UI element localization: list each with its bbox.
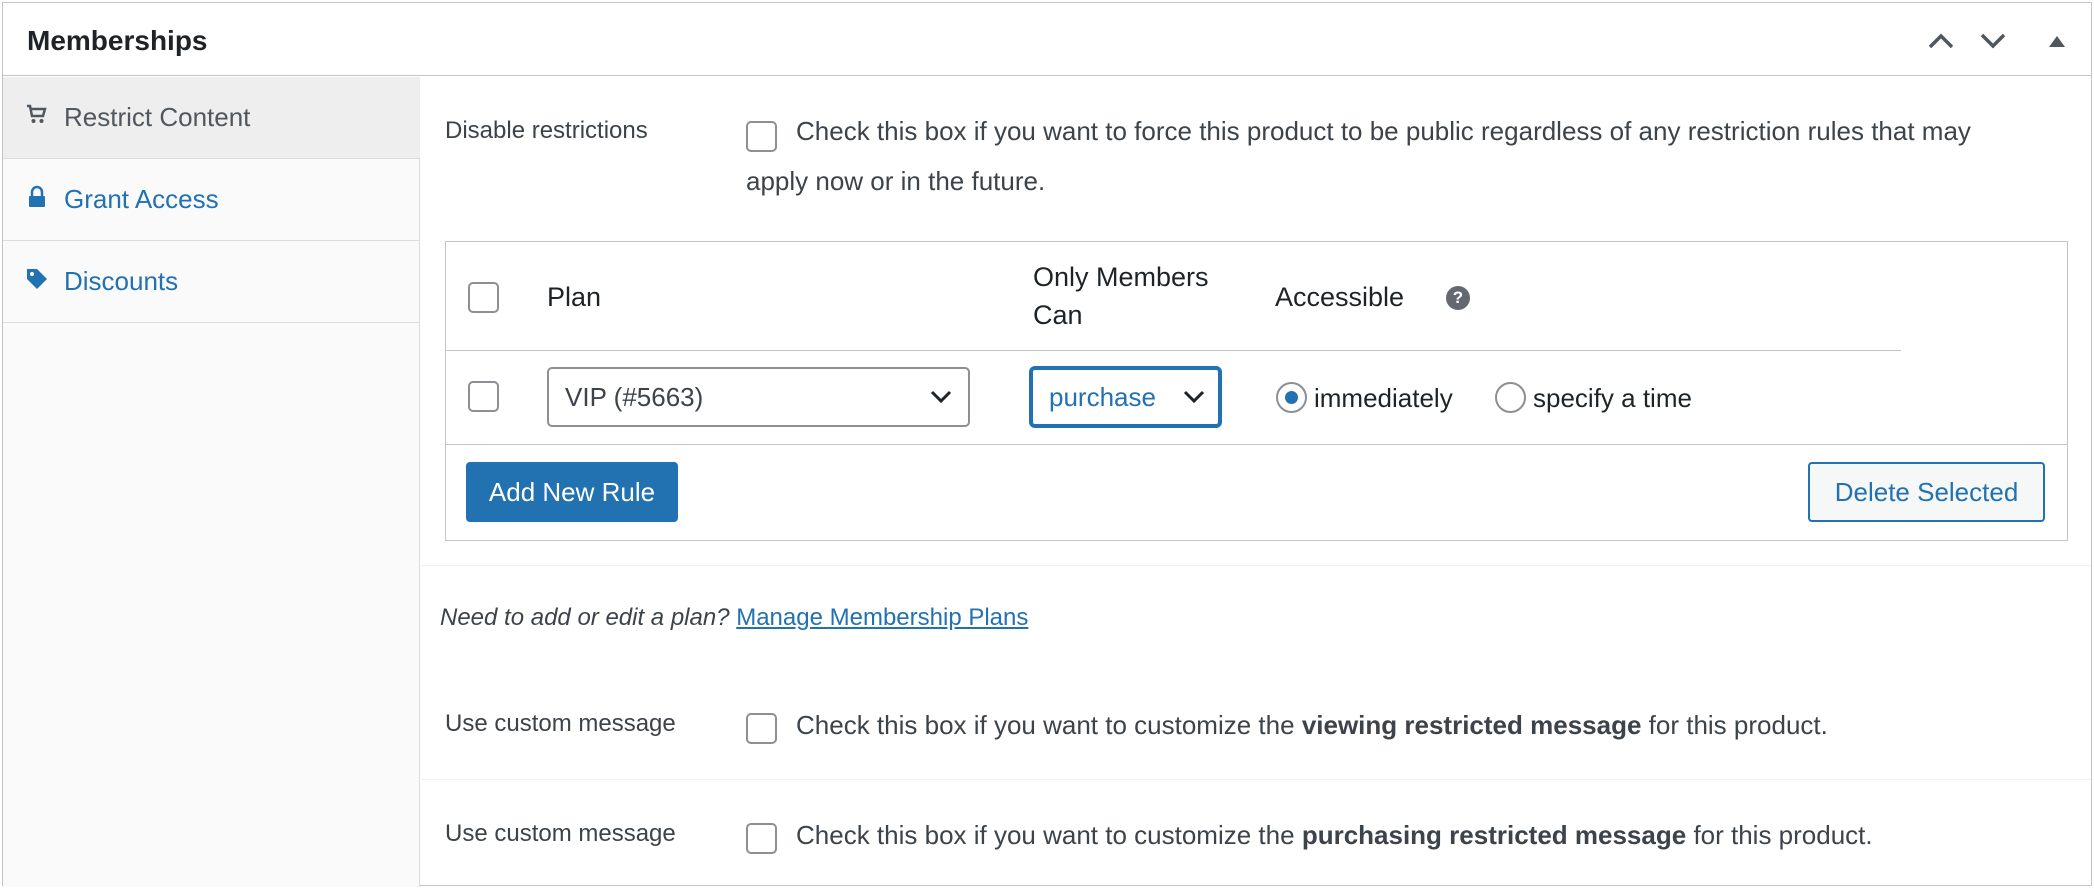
viewing-message-description: Check this box if you want to customize … [796,701,1828,750]
tab-label: Discounts [64,266,179,296]
tab-label: Grant Access [64,184,219,214]
memberships-panel: Memberships Restrict Content Grant Acces… [2,2,2092,887]
purchasing-prefix: Check this box if you want to customize … [796,820,1295,850]
viewing-bold: viewing restricted message [1301,710,1642,740]
move-down-button[interactable] [1973,23,2013,59]
panel-header: Memberships [3,3,2091,76]
move-up-button[interactable] [1921,23,1961,59]
action-select-value: purchase [1049,382,1156,412]
viewing-suffix: for this product. [1648,710,1828,740]
chevron-up-icon [1928,33,1954,49]
select-all-checkbox[interactable] [468,282,499,313]
disable-restrictions-description: Check this box if you want to force this… [796,116,1971,146]
panel-title: Memberships [27,25,208,56]
main-content: Disable restrictions Check this box if y… [421,77,2091,887]
only-members-column-header-cont: Can [1033,300,1083,330]
viewing-message-label: Use custom message [445,710,676,737]
purchasing-message-label: Use custom message [445,820,676,847]
note-text: Need to add or edit a plan? [440,604,730,631]
add-new-rule-button[interactable]: Add New Rule [466,462,678,522]
header-divider [446,350,1901,351]
tab-discounts[interactable]: Discounts [3,241,420,323]
purchasing-bold: purchasing restricted message [1301,820,1687,850]
plan-column-header: Plan [547,282,602,312]
row-divider [446,444,2067,445]
disable-restrictions-label: Disable restrictions [445,117,648,144]
delete-selected-button[interactable]: Delete Selected [1808,462,2045,522]
tab-label: Restrict Content [64,102,251,132]
divider [421,565,2091,566]
only-members-column-header: Only Members [1033,262,1209,292]
rules-table: Plan Only Members Can Accessible ? VIP (… [445,241,2068,541]
sidebar: Restrict Content Grant Access Discounts [3,77,420,887]
plan-select[interactable]: VIP (#5663) [547,367,970,427]
viewing-prefix: Check this box if you want to customize … [796,710,1295,740]
cart-icon [27,104,47,123]
disable-restrictions-description-cont: apply now or in the future. [746,166,1046,196]
rule-row-checkbox[interactable] [468,381,499,412]
immediately-radio[interactable] [1276,382,1307,413]
viewing-message-checkbox[interactable] [746,713,777,744]
specify-time-radio[interactable] [1495,382,1526,413]
toggle-panel-button[interactable] [2037,23,2077,59]
tab-restrict-content[interactable]: Restrict Content [3,77,420,159]
help-icon[interactable]: ? [1446,286,1470,310]
chevron-down-icon [930,390,952,404]
triangle-up-icon [2049,36,2065,47]
chevron-down-icon [1980,33,2006,49]
purchasing-suffix: for this product. [1693,820,1873,850]
tag-icon [27,269,47,289]
manage-plans-note: Need to add or edit a plan? Manage Membe… [440,604,1028,632]
manage-membership-plans-link[interactable]: Manage Membership Plans [736,604,1028,631]
disable-restrictions-checkbox[interactable] [746,121,777,152]
action-select[interactable]: purchase [1030,367,1221,427]
purchasing-message-description: Check this box if you want to customize … [796,811,1873,860]
specify-time-label: specify a time [1533,383,1692,413]
plan-select-value: VIP (#5663) [565,382,704,412]
tab-grant-access[interactable]: Grant Access [3,159,420,241]
accessible-column-header: Accessible [1275,282,1405,312]
lock-icon [29,185,45,207]
chevron-down-icon [1183,390,1205,404]
divider [421,779,2091,780]
purchasing-message-checkbox[interactable] [746,823,777,854]
immediately-label: immediately [1314,383,1453,413]
